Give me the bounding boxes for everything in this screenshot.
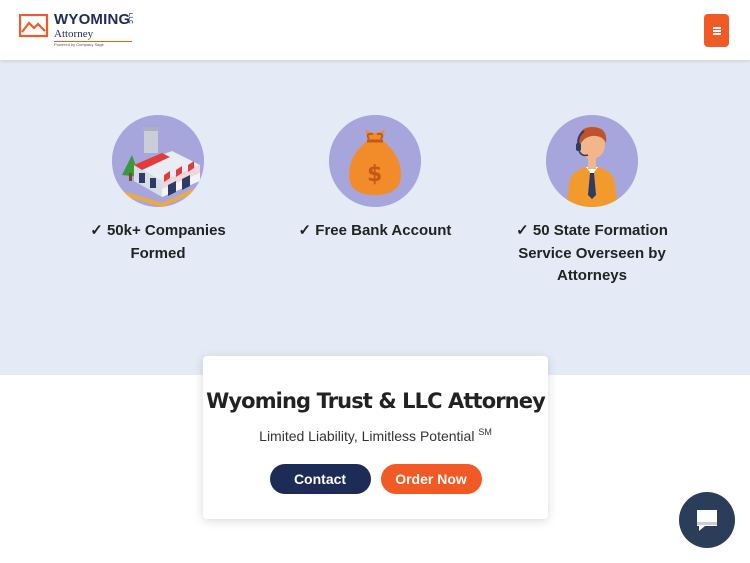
feature-label: ✓ 50k+ Companies Formed [90,222,226,262]
hero-buttons: Contact Us Order Now [203,464,548,517]
features-section: ✓ 50k+ Companies Formed $ ✓ Free Bank Ac… [0,60,750,375]
hero-card: Wyoming Trust & LLC Attorney Limited Lia… [203,356,548,519]
logo-powered-by: Powered by Company Sage [54,42,104,47]
chat-bubble-icon [697,510,717,531]
site-header: WYOMING LLC Attorney Powered by Company … [0,0,750,60]
feature-50-state-formation: ✓ 50 State Formation Service Overseen by… [502,115,682,288]
hero-title: Wyoming Trust & LLC Attorney [206,389,546,413]
feature-free-bank-account: $ ✓ Free Bank Account [285,115,465,243]
hamburger-menu-icon [712,26,721,35]
chat-widget-button[interactable] [679,492,735,548]
logo-subtitle: Attorney [54,28,94,40]
service-mark: SM [478,427,492,437]
money-bag-icon: $ [329,115,421,207]
feature-label: ✓ Free Bank Account [298,222,452,239]
menu-button[interactable] [704,14,729,47]
logo-llc-mark: LLC [127,13,133,25]
tagline-text: Limited Liability, Limitless Potential [259,428,475,444]
wyoming-attorney-logo[interactable]: WYOMING LLC Attorney Powered by Company … [19,11,137,49]
feature-companies-formed: ✓ 50k+ Companies Formed [68,115,248,265]
contact-us-button[interactable]: Contact Us [269,464,371,517]
logo-wordmark: WYOMING [54,11,131,28]
storefront-icon [112,115,204,207]
order-now-button[interactable]: Order Now [380,464,482,494]
mountain-logo-icon [19,14,49,38]
support-agent-icon [546,115,638,207]
feature-label: ✓ 50 State Formation Service Overseen by… [516,222,668,284]
hero-tagline: Limited Liability, Limitless Potential S… [203,427,548,444]
svg-text:$: $ [367,162,382,187]
